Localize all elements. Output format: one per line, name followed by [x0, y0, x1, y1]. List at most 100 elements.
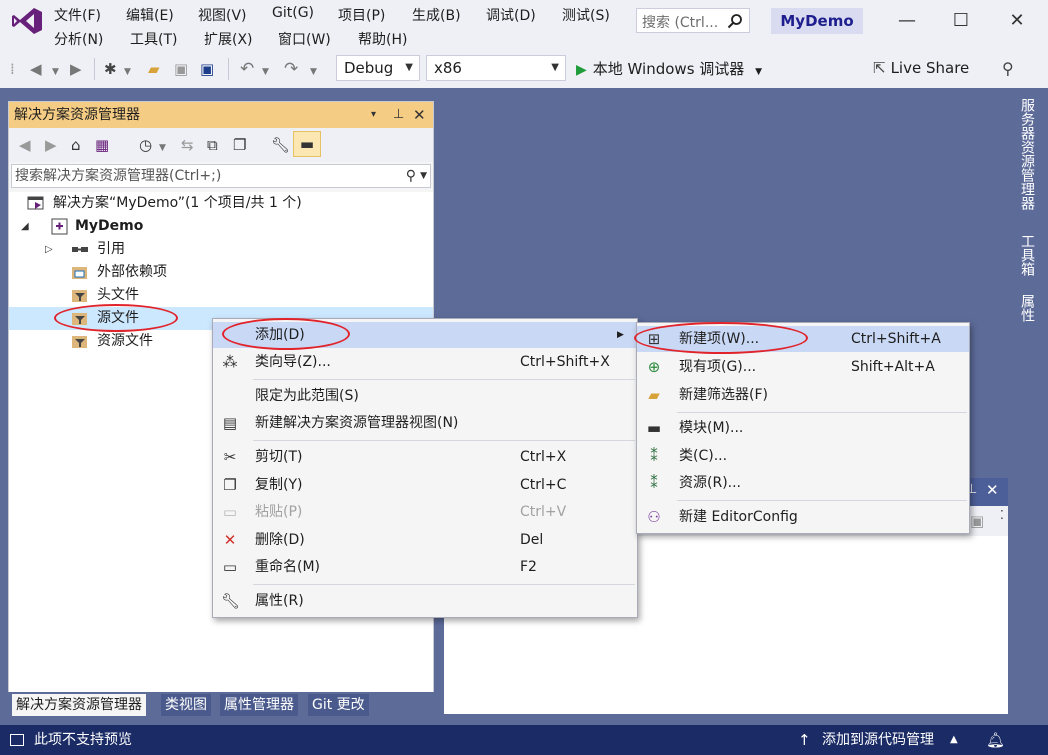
menu-tools[interactable]: 工具(T) [130, 29, 177, 49]
back-icon[interactable]: ◀ [19, 136, 31, 154]
pending-changes-filter-icon[interactable]: ◷ [139, 136, 152, 154]
overflow-icon[interactable]: ⁚ [1000, 508, 1004, 522]
cut-icon: ✂ [223, 448, 237, 466]
menu-item-new-filter[interactable]: ▰ 新建筛选器(F) [637, 382, 969, 408]
tab-git-changes[interactable]: Git 更改 [308, 694, 369, 716]
save-icon[interactable]: ▣ [174, 60, 188, 78]
tab-property-manager[interactable]: 属性管理器 [220, 694, 298, 716]
live-share-button[interactable]: ⇱ Live Share [873, 59, 969, 77]
close-icon[interactable]: ✕ [986, 481, 999, 499]
preview-selected-items-icon[interactable]: ▬ [293, 131, 321, 157]
tree-item-solution[interactable]: 解决方案“MyDemo”(1 个项目/共 1 个) [9, 192, 433, 215]
menu-item-new-editorconfig[interactable]: ⚇ 新建 EditorConfig [637, 504, 969, 530]
menu-item-resource[interactable]: ⁑ 资源(R)... [637, 470, 969, 496]
menu-item-label: 类向导(Z)... [255, 354, 331, 370]
menu-item-new-explorer-view[interactable]: ▤ 新建解决方案资源管理器视图(N) [213, 410, 637, 436]
sync-icon[interactable]: ⇆ [181, 136, 194, 154]
tree-item-label: 外部依赖项 [97, 264, 167, 280]
undo-dropdown-icon[interactable]: ▼ [262, 63, 269, 81]
home-icon[interactable]: ⌂ [71, 136, 81, 154]
menu-item-label: 剪切(T) [255, 449, 303, 465]
new-project-icon[interactable]: ✱ [104, 60, 117, 78]
tab-solution-explorer[interactable]: 解决方案资源管理器 [12, 694, 146, 716]
show-all-files-icon[interactable]: ❐ [233, 136, 246, 154]
start-debugging-button[interactable]: ▶ 本地 Windows 调试器 ▼ [576, 58, 762, 79]
forward-icon[interactable]: ▶ [45, 136, 57, 154]
annotation-ring-new-item [634, 322, 808, 354]
filter-folder-icon [72, 290, 87, 302]
menu-item-module[interactable]: ▬ 模块(M)... [637, 415, 969, 441]
toolbar-button-icon[interactable]: ▣ [970, 512, 984, 530]
menu-edit[interactable]: 编辑(E) [126, 5, 174, 25]
side-tab-properties[interactable]: 属性 [1018, 294, 1036, 326]
menu-debug[interactable]: 调试(D) [486, 5, 536, 25]
side-tab-toolbox[interactable]: 工具箱 [1018, 234, 1036, 280]
menu-item-properties[interactable]: 🔧︎ 属性(R) [213, 588, 637, 614]
menu-file[interactable]: 文件(F) [54, 5, 101, 25]
save-all-icon[interactable]: ▣ [200, 60, 214, 78]
menu-view[interactable]: 视图(V) [198, 5, 247, 25]
forward-icon[interactable]: ▶ [70, 60, 82, 78]
menu-build[interactable]: 生成(B) [412, 5, 461, 25]
menu-item-cut[interactable]: ✂ 剪切(T) Ctrl+X [213, 444, 637, 470]
collapsed-arrow-icon[interactable]: ▷ [45, 238, 53, 261]
side-tab-server-explorer[interactable]: 服务器资源管理器 [1018, 98, 1036, 214]
menu-test[interactable]: 测试(S) [562, 5, 610, 25]
solution-explorer-header: 解决方案资源管理器 ▾ ⊥ ✕ [9, 102, 433, 128]
close-window-button[interactable]: ✕ [1002, 8, 1032, 34]
status-icon [10, 734, 24, 746]
global-search-input[interactable]: 搜索 (Ctrl... [636, 8, 750, 33]
expanded-arrow-icon[interactable]: ◢ [21, 215, 29, 238]
solution-explorer-search-input[interactable]: 搜索解决方案资源管理器(Ctrl+;) ⚲ ▼ [11, 164, 431, 188]
menu-item-class[interactable]: ⁑ 类(C)... [637, 443, 969, 469]
properties-wrench-icon[interactable]: 🔧︎ [271, 136, 290, 154]
menu-help[interactable]: 帮助(H) [358, 29, 407, 49]
back-icon[interactable]: ◀ [30, 60, 42, 78]
tree-item-references[interactable]: ▷ 引用 [9, 238, 433, 261]
menu-item-label: 属性(R) [255, 593, 304, 609]
feedback-icon[interactable]: ⚲ [1002, 60, 1014, 78]
tab-class-view[interactable]: 类视图 [161, 694, 211, 716]
side-tab-label: 属性 [1019, 294, 1035, 322]
menu-window[interactable]: 窗口(W) [278, 29, 331, 49]
menu-item-class-wizard[interactable]: ⁂ 类向导(Z)... Ctrl+Shift+X [213, 349, 637, 375]
switch-views-icon[interactable]: ▦ [95, 136, 109, 154]
menu-item-shortcut: Ctrl+C [520, 477, 567, 493]
menu-item-shortcut: Ctrl+V [520, 504, 567, 520]
existing-item-icon: ⊕ [647, 358, 661, 376]
main-toolbar: ⁞ ◀ ▼ ▶ ✱ ▼ ▰ ▣ ▣ ↶ ▼ ↷ ▼ Debug ▼ x86 ▼ … [0, 50, 1048, 88]
tree-item-project[interactable]: ◢ MyDemo [9, 215, 433, 238]
menu-project[interactable]: 项目(P) [338, 5, 385, 25]
open-folder-icon[interactable]: ▰ [148, 60, 160, 78]
pin-icon[interactable]: ⊥ [393, 102, 404, 128]
chevron-up-icon[interactable]: ▲ [950, 725, 958, 755]
chevron-down-icon[interactable]: ▼ [159, 139, 166, 157]
menu-item-existing-item[interactable]: ⊕ 现有项(G)... Shift+Alt+A [637, 354, 969, 380]
visual-studio-logo-icon[interactable] [10, 6, 44, 36]
new-dropdown-icon[interactable]: ▼ [124, 63, 131, 81]
tree-item-external-deps[interactable]: 外部依赖项 [9, 261, 433, 284]
wrench-icon: 🔧︎ [221, 592, 241, 610]
close-icon[interactable]: ✕ [413, 102, 426, 128]
undo-icon[interactable]: ↶ [240, 60, 254, 78]
platform-select[interactable]: x86 ▼ [426, 55, 566, 81]
menu-item-copy[interactable]: ❐ 复制(Y) Ctrl+C [213, 472, 637, 498]
menu-item-rename[interactable]: ▭ 重命名(M) F2 [213, 554, 637, 580]
maximize-button[interactable]: ☐ [946, 8, 976, 34]
panel-menu-icon[interactable]: ▾ [371, 102, 376, 128]
redo-dropdown-icon[interactable]: ▼ [310, 63, 317, 81]
notifications-bell-icon[interactable]: 🔔︎ [986, 725, 1005, 755]
menu-git[interactable]: Git(G) [272, 5, 314, 21]
menu-item-scope-to-this[interactable]: 限定为此范围(S) [213, 383, 637, 409]
redo-icon[interactable]: ↷ [284, 60, 298, 78]
menu-item-delete[interactable]: ✕ 删除(D) Del [213, 527, 637, 553]
back-dropdown-icon[interactable]: ▼ [52, 63, 59, 81]
configuration-select[interactable]: Debug ▼ [336, 55, 420, 81]
tree-item-header-files[interactable]: 头文件 [9, 284, 433, 307]
collapse-all-icon[interactable]: ⧉ [207, 136, 218, 154]
menu-item-paste[interactable]: ▭ 粘贴(P) Ctrl+V [213, 499, 637, 525]
add-to-source-control-button[interactable]: 添加到源代码管理 [822, 725, 934, 755]
menu-extensions[interactable]: 扩展(X) [204, 29, 253, 49]
menu-analyze[interactable]: 分析(N) [54, 29, 103, 49]
minimize-button[interactable]: — [892, 8, 922, 34]
